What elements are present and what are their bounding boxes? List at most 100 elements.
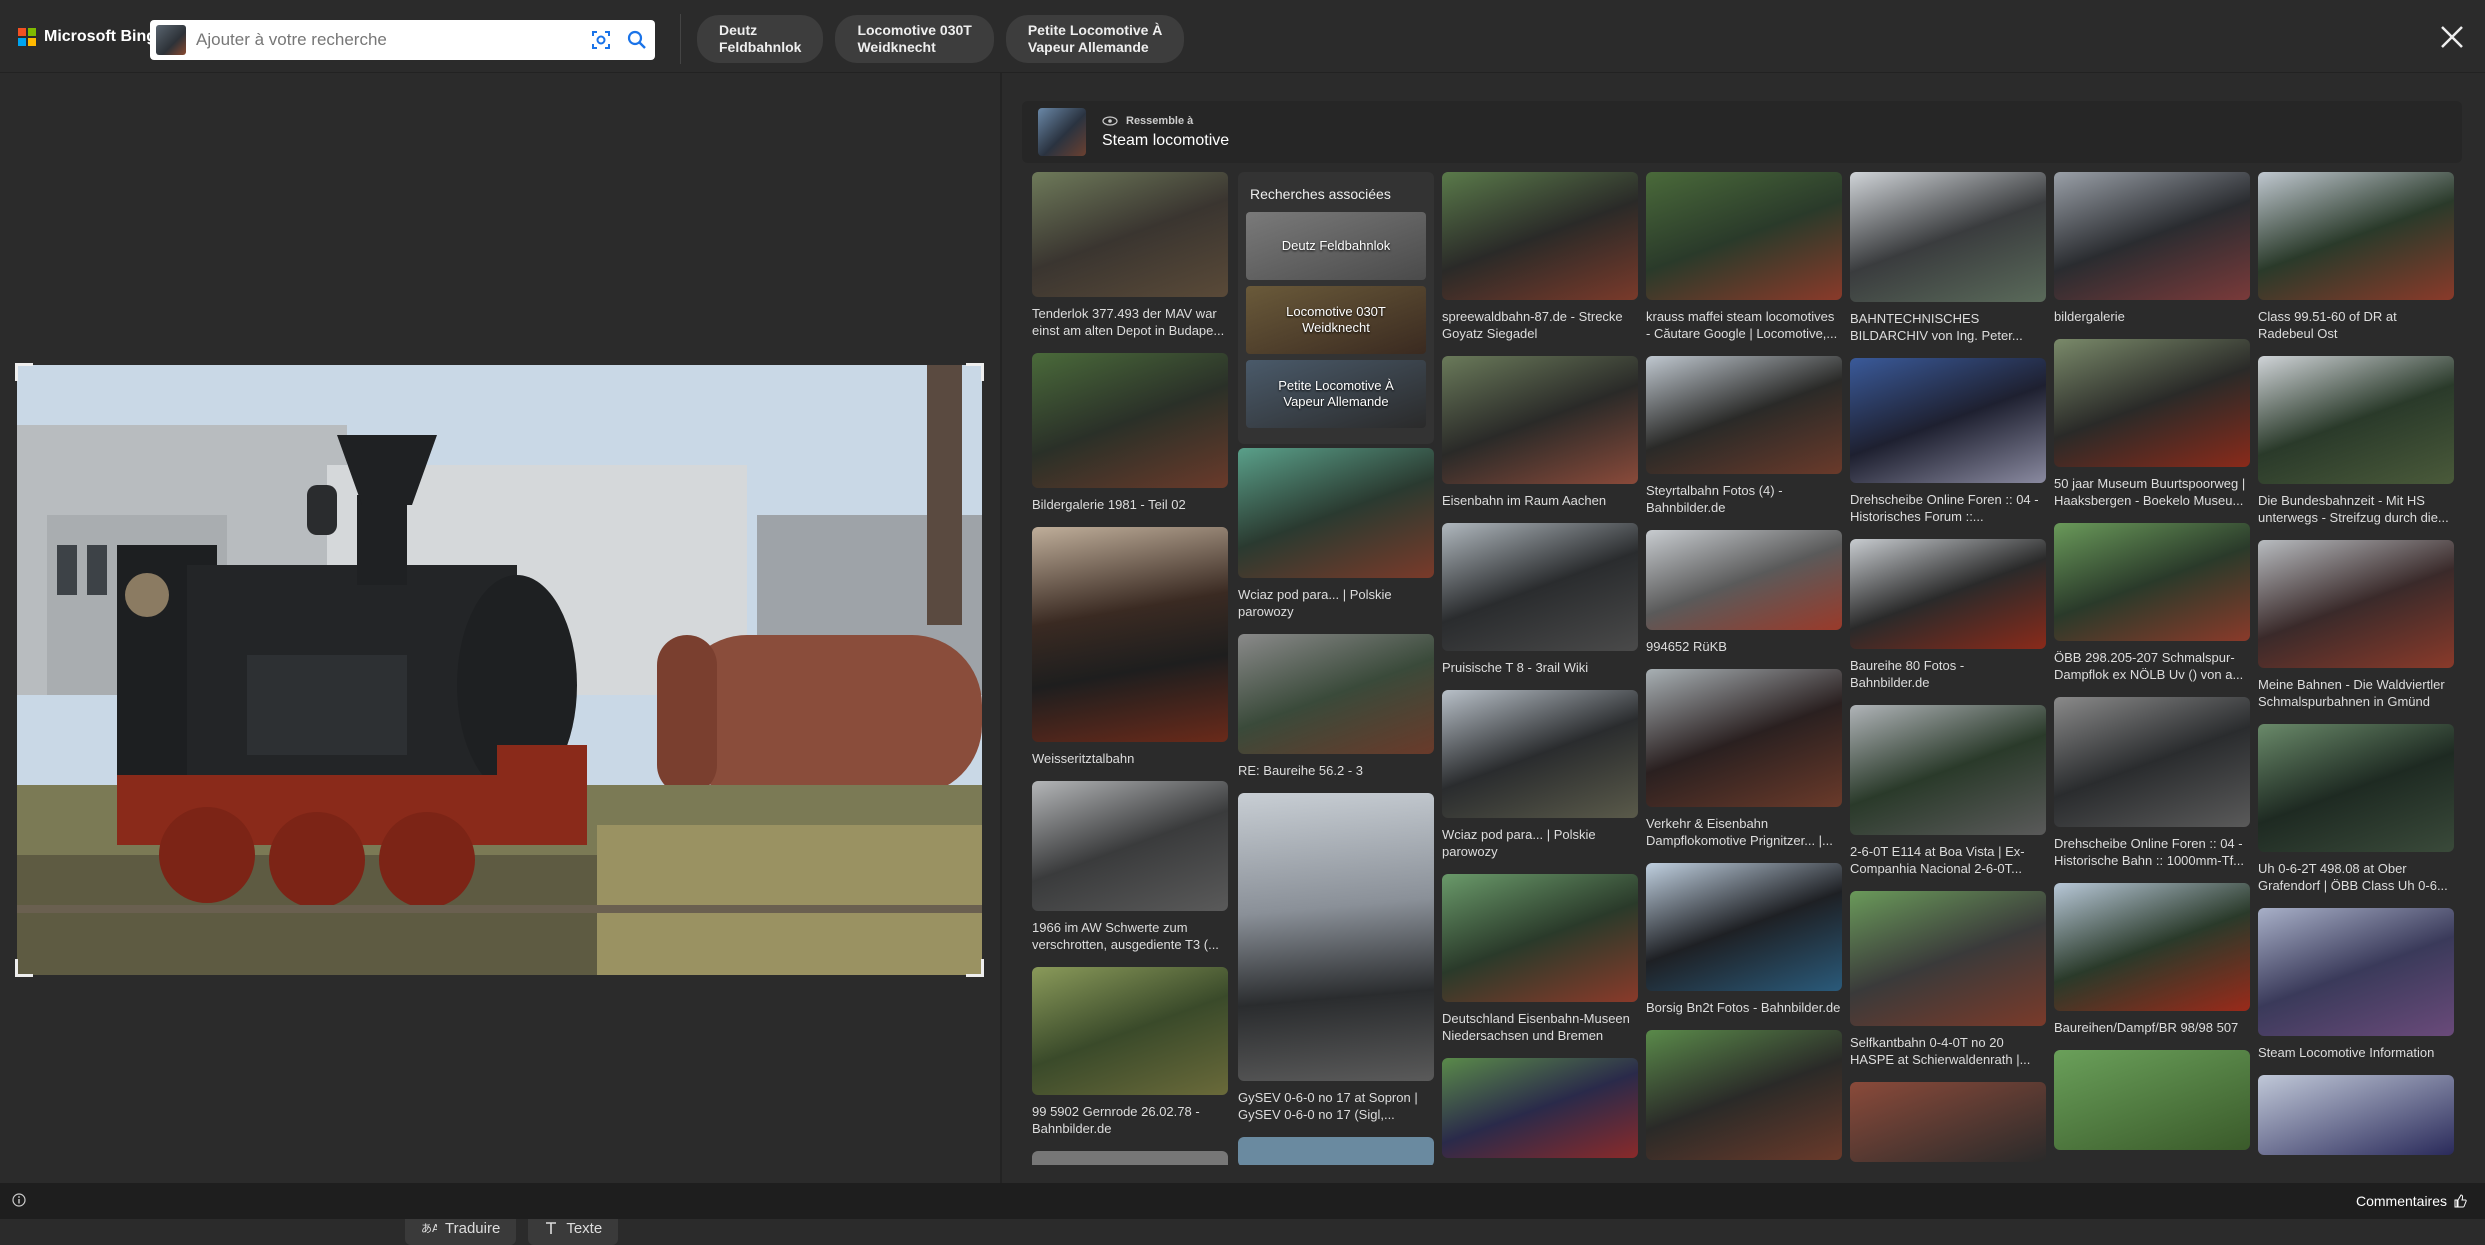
result-tile[interactable]: Steyrtalbahn Fotos (4) - Bahnbilder.de [1646,356,1842,516]
translate-icon: あA [421,1222,437,1235]
result-tile[interactable]: Weisseritztalbahn [1032,527,1228,767]
result-tile[interactable]: Die Bundesbahnzeit - Mit HS unterwegs - … [2258,356,2454,526]
result-image [2258,172,2454,300]
visual-search-button[interactable] [583,22,619,58]
result-tile[interactable]: krauss maffei steam locomotives - Căutar… [1646,172,1842,342]
panel-separator [1000,73,1002,1183]
result-caption: Die Bundesbahnzeit - Mit HS unterwegs - … [2258,493,2449,525]
results-column-2: Wciaz pod para... | Polskie parowozy RE:… [1238,448,1434,1165]
result-tile[interactable]: 99 5902 Gernrode 26.02.78 - Bahnbilder.d… [1032,967,1228,1137]
result-tile[interactable] [1442,1058,1638,1158]
result-tile[interactable]: Pruisische T 8 - 3rail Wiki [1442,523,1638,676]
related-item-deutz[interactable]: Deutz Feldbahnlok [1246,212,1426,280]
crop-handle-bottom-right[interactable] [966,959,984,977]
result-tile[interactable]: Baureihe 80 Fotos - Bahnbilder.de [1850,539,2046,691]
result-caption: BAHNTECHNISCHES BILDARCHIV von Ing. Pete… [1850,311,2023,343]
logo-text: Microsoft Bing [44,28,156,45]
result-image [2054,883,2250,1011]
feedback-button[interactable]: Commentaires [2356,1193,2467,1209]
visual-search-icon [592,31,610,49]
result-tile[interactable]: Wciaz pod para... | Polskie parowozy [1442,690,1638,860]
result-tile[interactable]: RE: Baureihe 56.2 - 3 [1238,634,1434,779]
result-caption: Baureihe 80 Fotos - Bahnbilder.de [1850,658,1965,690]
result-tile[interactable]: 994652 RüKB [1646,530,1842,655]
result-image [1032,527,1228,742]
result-tile[interactable]: Steam Locomotive Information [2258,908,2454,1061]
chip-locomotive-030t[interactable]: Locomotive 030T Weidknecht [835,15,994,63]
crop-handle-top-right[interactable] [966,363,984,381]
result-tile[interactable]: Bildergalerie 1981 - Teil 02 [1032,353,1228,513]
similar-label: Ressemble à [1126,114,1194,127]
result-image [1442,690,1638,818]
result-tile[interactable] [1646,1030,1842,1160]
result-image [1850,539,2046,649]
result-tile[interactable]: Drehscheibe Online Foren :: 04 - Histori… [1850,358,2046,525]
result-tile[interactable] [1238,1137,1434,1165]
result-tile[interactable]: Wciaz pod para... | Polskie parowozy [1238,448,1434,620]
thumbs-icon [2454,1194,2467,1208]
info-button[interactable] [12,1193,26,1212]
result-tile[interactable]: Verkehr & Eisenbahn Dampflokomotive Prig… [1646,669,1842,849]
result-tile[interactable]: GySEV 0-6-0 no 17 at Sopron | GySEV 0-6-… [1238,793,1434,1123]
related-item-label: Locomotive 030T Weidknecht [1286,304,1386,335]
locomotive-photo [17,365,982,975]
result-tile[interactable]: spreewaldbahn-87.de - Strecke Goyatz Sie… [1442,172,1638,342]
result-tile[interactable]: Baureihen/Dampf/BR 98/98 507 [2054,883,2250,1036]
result-caption: Uh 0-6-2T 498.08 at Ober Grafendorf | ÖB… [2258,861,2448,893]
search-button[interactable] [619,22,655,58]
result-caption: 994652 RüKB [1646,639,1727,654]
result-caption: Class 99.51-60 of DR at Radebeul Ost [2258,309,2397,341]
related-item-label: Deutz Feldbahnlok [1281,238,1391,253]
result-tile[interactable]: Class 99.51-60 of DR at Radebeul Ost [2258,172,2454,342]
result-tile[interactable] [1850,1082,2046,1162]
result-tile[interactable]: Deutschland Eisenbahn-Museen Niedersachs… [1442,874,1638,1044]
result-image [2054,172,2250,300]
result-tile[interactable]: Eisenbahn im Raum Aachen [1442,356,1638,509]
results-column-6: bildergalerie 50 jaar Museum Buurtspoorw… [2054,172,2250,1164]
result-tile[interactable] [2054,1050,2250,1150]
result-image [1646,669,1842,807]
result-caption: Deutschland Eisenbahn-Museen Niedersachs… [1442,1011,1630,1043]
related-item-locomotive-030t[interactable]: Locomotive 030T Weidknecht [1246,286,1426,354]
result-image [1646,172,1842,300]
result-tile[interactable]: Tenderlok 377.493 der MAV war einst am a… [1032,172,1228,339]
result-tile[interactable]: BAHNTECHNISCHES BILDARCHIV von Ing. Pete… [1850,172,2046,344]
related-item-label: Petite Locomotive À Vapeur Allemande [1278,378,1394,409]
result-tile[interactable] [1032,1151,1228,1165]
result-caption: RE: Baureihe 56.2 - 3 [1238,763,1364,778]
crop-handle-bottom-left[interactable] [15,959,33,977]
results-column-7: Class 99.51-60 of DR at Radebeul Ost Die… [2258,172,2454,1165]
text-icon [546,1222,557,1234]
result-tile[interactable]: Selfkantbahn 0-4-0T no 20 HASPE at Schie… [1850,891,2046,1068]
result-tile[interactable]: Uh 0-6-2T 498.08 at Ober Grafendorf | ÖB… [2258,724,2454,894]
visual-match-header[interactable]: Ressemble à Steam locomotive [1022,101,2462,163]
search-image-thumbnail[interactable] [156,25,186,55]
result-image [1850,358,2046,483]
result-tile[interactable]: Meine Bahnen - Die Waldviertler Schmalsp… [2258,540,2454,710]
result-tile[interactable] [2258,1075,2454,1155]
result-caption: Pruisische T 8 - 3rail Wiki [1442,660,1589,675]
search-input[interactable] [196,30,583,50]
footer-bar: Commentaires [0,1183,2485,1219]
chip-deutz-feldbahnlok[interactable]: Deutz Feldbahnlok [697,15,824,63]
main-locomotive-image[interactable] [17,365,982,975]
result-tile[interactable]: 1966 im AW Schwerte zum verschrotten, au… [1032,781,1228,953]
result-caption: Steam Locomotive Information [2258,1045,2435,1060]
result-tile[interactable]: 50 jaar Museum Buurtspoorweg | Haaksberg… [2054,339,2250,509]
crop-handle-top-left[interactable] [15,363,33,381]
result-tile[interactable]: ÖBB 298.205-207 Schmalspur-Dampflok ex N… [2054,523,2250,683]
result-caption: GySEV 0-6-0 no 17 at Sopron | GySEV 0-6-… [1238,1090,1418,1122]
top-divider [680,14,681,64]
close-button[interactable] [2437,22,2467,52]
result-image [1646,863,1842,991]
result-tile[interactable]: 2-6-0T E114 at Boa Vista | Ex-Companhia … [1850,705,2046,877]
related-item-petite-locomotive[interactable]: Petite Locomotive À Vapeur Allemande [1246,360,1426,428]
result-tile[interactable]: Borsig Bn2t Fotos - Bahnbilder.de [1646,863,1842,1016]
result-tile[interactable]: bildergalerie [2054,172,2250,325]
result-image [1442,172,1638,300]
chip-petite-locomotive[interactable]: Petite Locomotive À Vapeur Allemande [1005,15,1185,63]
svg-text:あA: あA [421,1222,437,1235]
bing-logo[interactable]: Microsoft Bing [18,28,156,46]
result-image [1850,172,2046,302]
result-tile[interactable]: Drehscheibe Online Foren :: 04 - Histori… [2054,697,2250,869]
